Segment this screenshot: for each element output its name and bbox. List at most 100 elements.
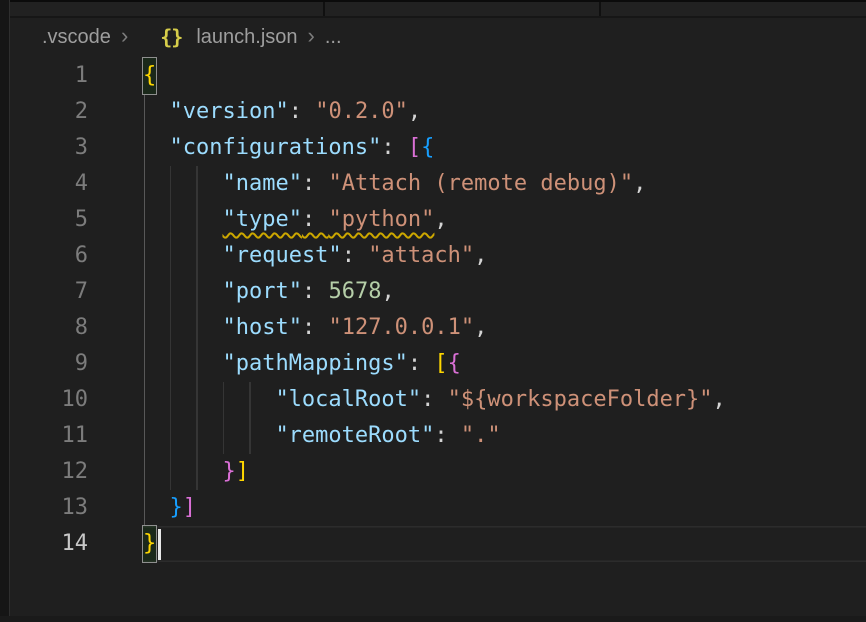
code-token: "host" xyxy=(222,315,301,340)
indent-guide xyxy=(144,310,146,346)
code-token: "localRoot" xyxy=(275,387,421,412)
code-line[interactable]: "configurations": [{ xyxy=(143,130,866,166)
indent-guide xyxy=(144,166,146,202)
code-token: "${workspaceFolder}" xyxy=(448,387,713,412)
breadcrumb-file[interactable]: launch.json xyxy=(196,26,297,49)
code-line[interactable]: "port": 5678, xyxy=(143,274,866,310)
code-line[interactable]: }] xyxy=(143,454,866,490)
code-line[interactable]: }] xyxy=(143,490,866,526)
code-token: "." xyxy=(461,423,501,448)
indent-guide xyxy=(144,418,146,454)
indent-guide xyxy=(170,274,172,310)
indent-guide xyxy=(249,382,251,418)
indent-guide xyxy=(144,274,146,310)
code-token: , xyxy=(713,387,726,412)
code-token: : xyxy=(421,387,448,412)
code-token: { xyxy=(448,351,461,376)
chevron-right-icon: › xyxy=(121,25,128,47)
code-line-row: 5"type": "python", xyxy=(10,202,866,238)
code-token: "Attach (remote debug)" xyxy=(328,171,633,196)
line-number[interactable]: 13 xyxy=(10,490,143,526)
code-line-row: 12}] xyxy=(10,454,866,490)
indent-guide xyxy=(223,382,225,418)
code-line-row: 9"pathMappings": [{ xyxy=(10,346,866,382)
indent-guide xyxy=(144,130,146,166)
indent-guide xyxy=(196,346,198,382)
indent-guide xyxy=(170,418,172,454)
code-token: "type" xyxy=(222,207,301,232)
indent-guide xyxy=(196,310,198,346)
code-line[interactable]: "remoteRoot": "." xyxy=(143,418,866,454)
code-line[interactable]: "pathMappings": [{ xyxy=(143,346,866,382)
code-token: "pathMappings" xyxy=(222,351,407,376)
line-number[interactable]: 11 xyxy=(10,418,143,454)
indent-guide xyxy=(196,238,198,274)
code-token: "0.2.0" xyxy=(315,99,408,124)
line-number[interactable]: 5 xyxy=(10,202,143,238)
vscode-editor-window: .vscode › {} launch.json › ... 1{2"versi… xyxy=(0,0,866,622)
code-token: , xyxy=(474,315,487,340)
indent-guide xyxy=(144,238,146,274)
bracket-match: } xyxy=(143,526,156,562)
code-line-row: 1{ xyxy=(10,58,866,94)
code-token: { xyxy=(421,135,434,160)
window-bottom-edge xyxy=(0,616,866,622)
line-number[interactable]: 14 xyxy=(10,526,143,562)
code-line[interactable]: "request": "attach", xyxy=(143,238,866,274)
line-number[interactable]: 2 xyxy=(10,94,143,130)
code-line-row: 4"name": "Attach (remote debug)", xyxy=(10,166,866,202)
line-number[interactable]: 1 xyxy=(10,58,143,94)
code-line-row: 11"remoteRoot": "." xyxy=(10,418,866,454)
code-line[interactable]: } xyxy=(143,526,866,562)
code-token: [ xyxy=(408,135,421,160)
line-number[interactable]: 3 xyxy=(10,130,143,166)
editor-code[interactable]: 1{2"version": "0.2.0",3"configurations":… xyxy=(10,56,866,562)
code-token: "remoteRoot" xyxy=(275,423,434,448)
code-token: : xyxy=(342,243,369,268)
code-line-row: 3"configurations": [{ xyxy=(10,130,866,166)
code-line-row: 10"localRoot": "${workspaceFolder}", xyxy=(10,382,866,418)
warning-squiggle: "type": "python" xyxy=(222,207,434,232)
breadcrumb: .vscode › {} launch.json › ... xyxy=(10,18,866,56)
indent-guide xyxy=(196,382,198,418)
text-cursor xyxy=(158,529,161,560)
line-number[interactable]: 6 xyxy=(10,238,143,274)
line-number[interactable]: 4 xyxy=(10,166,143,202)
code-line[interactable]: "host": "127.0.0.1", xyxy=(143,310,866,346)
code-token: "request" xyxy=(222,243,341,268)
indent-guide xyxy=(144,454,146,490)
code-token: : xyxy=(408,351,435,376)
indent-guide xyxy=(196,274,198,310)
indent-guide xyxy=(196,454,198,490)
code-line[interactable]: "version": "0.2.0", xyxy=(143,94,866,130)
line-number[interactable]: 12 xyxy=(10,454,143,490)
code-token: ] xyxy=(236,459,249,484)
indent-guide xyxy=(170,202,172,238)
indent-guide xyxy=(144,94,146,130)
line-number[interactable]: 9 xyxy=(10,346,143,382)
code-line[interactable]: "localRoot": "${workspaceFolder}", xyxy=(143,382,866,418)
indent-guide xyxy=(223,418,225,454)
indent-guide xyxy=(144,490,146,526)
line-number[interactable]: 7 xyxy=(10,274,143,310)
code-token: ] xyxy=(183,495,196,520)
line-number[interactable]: 8 xyxy=(10,310,143,346)
code-token: , xyxy=(633,171,646,196)
breadcrumb-folder[interactable]: .vscode xyxy=(42,26,111,49)
code-token: : xyxy=(302,315,329,340)
code-line[interactable]: "type": "python", xyxy=(143,202,866,238)
code-token: "name" xyxy=(222,171,301,196)
code-line[interactable]: "name": "Attach (remote debug)", xyxy=(143,166,866,202)
code-line-row: 2"version": "0.2.0", xyxy=(10,94,866,130)
indent-guide xyxy=(144,346,146,382)
code-token: , xyxy=(381,279,394,304)
code-line[interactable]: { xyxy=(143,58,866,94)
code-token: : xyxy=(289,99,316,124)
line-number[interactable]: 10 xyxy=(10,382,143,418)
code-token: : xyxy=(302,171,329,196)
code-line-row: 13}] xyxy=(10,490,866,526)
breadcrumb-symbol-more[interactable]: ... xyxy=(325,26,342,49)
indent-guide xyxy=(196,166,198,202)
code-token: , xyxy=(408,99,421,124)
indent-guide xyxy=(170,238,172,274)
